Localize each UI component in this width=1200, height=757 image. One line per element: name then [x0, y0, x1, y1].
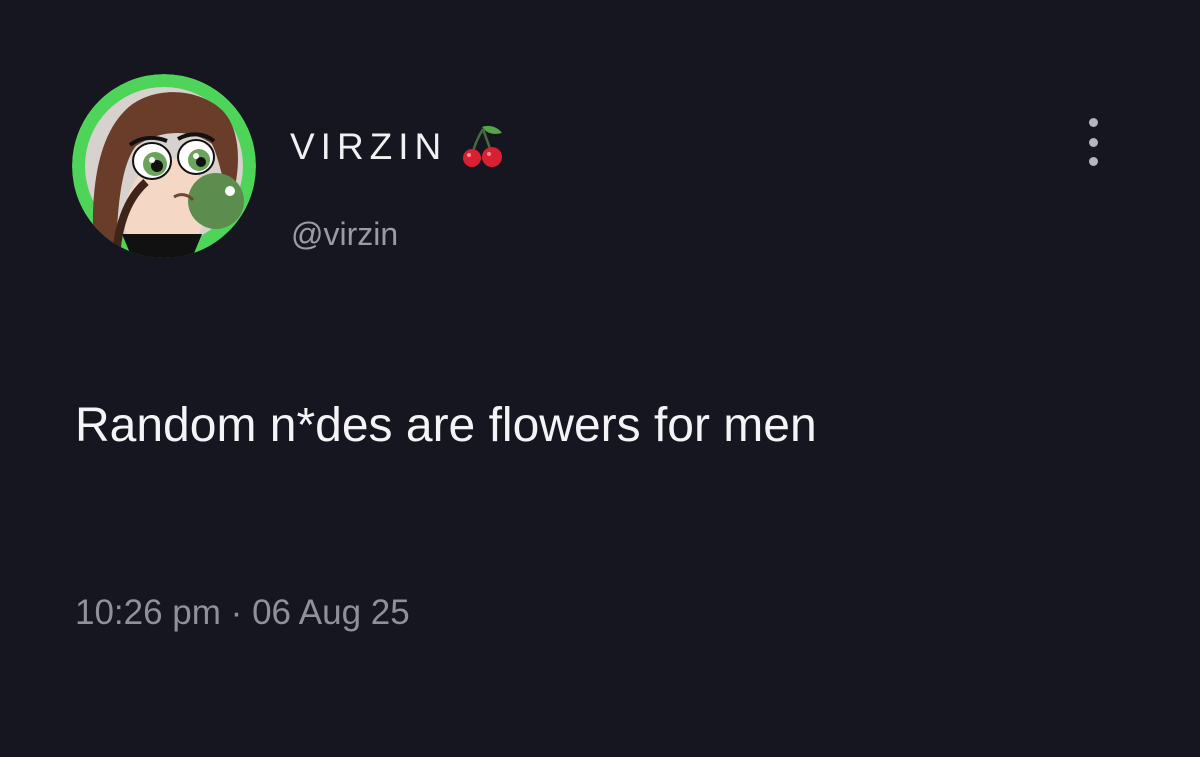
cartoon-girl-avatar-icon [72, 74, 256, 258]
cherry-icon [461, 123, 505, 169]
author-display-name-row[interactable]: VIRZIN [290, 121, 505, 171]
author-handle[interactable]: @virzin [291, 218, 398, 250]
timestamp-separator: · [230, 593, 243, 632]
more-options-button[interactable] [1078, 118, 1108, 166]
post-timestamp[interactable]: 10:26 pm · 06 Aug 25 [75, 595, 410, 630]
post-view: VIRZIN @virzin Random n*des are flowers … [0, 0, 1200, 757]
more-options-icon-dot [1088, 157, 1098, 166]
post-time: 10:26 pm [75, 593, 221, 632]
author-display-name[interactable]: VIRZIN [290, 128, 447, 165]
post-date: 06 Aug 25 [252, 593, 410, 632]
post-text: Random n*des are flowers for men [75, 399, 817, 452]
author-avatar[interactable] [72, 74, 256, 258]
more-options-icon [1088, 118, 1098, 127]
more-options-icon-dot [1088, 137, 1098, 147]
